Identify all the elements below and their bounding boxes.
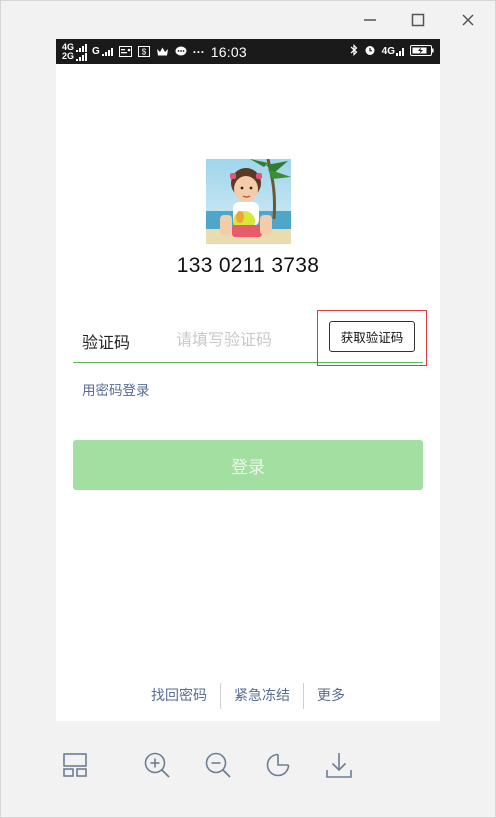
maximize-button[interactable] xyxy=(407,9,429,31)
close-button[interactable] xyxy=(457,9,479,31)
phone-screenshot: 4G 2G G $ ··· 16:03 4G 133 0211 3738 验证码… xyxy=(56,39,440,721)
bluetooth-icon xyxy=(350,43,358,61)
signal-bars-icon xyxy=(101,47,113,56)
rotate-button[interactable] xyxy=(260,747,296,783)
chat-bubble-icon xyxy=(175,46,187,57)
viewer-toolbar xyxy=(1,741,496,793)
network-right: 4G xyxy=(382,46,404,57)
layout-button[interactable] xyxy=(57,747,93,783)
svg-text:$: $ xyxy=(142,48,147,57)
password-login-link[interactable]: 用密码登录 xyxy=(82,379,150,399)
dual-sim-signal: 4G 2G xyxy=(62,42,88,61)
minimize-icon xyxy=(364,19,376,21)
network-3: G xyxy=(92,46,113,57)
download-button[interactable] xyxy=(321,747,357,783)
network-label-3: G xyxy=(92,46,100,57)
zoom-out-icon xyxy=(205,752,231,778)
signal-bars-icon xyxy=(76,52,88,61)
zoom-in-button[interactable] xyxy=(139,747,175,783)
download-icon xyxy=(326,753,352,778)
status-time: 16:03 xyxy=(210,43,247,60)
rotate-icon xyxy=(266,753,290,777)
more-notifications: ··· xyxy=(192,44,205,59)
maximize-icon xyxy=(411,13,425,27)
verification-code-input[interactable] xyxy=(176,326,326,352)
status-bar: 4G 2G G $ ··· 16:03 4G xyxy=(56,39,440,64)
crown-icon xyxy=(156,46,169,57)
phone-number: 133 0211 3738 xyxy=(176,254,320,277)
layout-icon xyxy=(63,753,87,777)
zoom-in-icon xyxy=(144,752,170,778)
get-code-button[interactable]: 获取验证码 xyxy=(329,321,415,352)
login-button[interactable]: 登录 xyxy=(73,440,423,490)
dollar-box-icon: $ xyxy=(137,46,150,57)
viewer-window: 4G 2G G $ ··· 16:03 4G 133 0211 3738 验证码… xyxy=(0,0,496,818)
network-label-2: 2G xyxy=(62,50,75,61)
verification-code-row: 验证码 获取验证码 xyxy=(73,309,423,363)
footer-links: 找回密码 紧急冻结 更多 xyxy=(56,683,440,709)
code-label: 验证码 xyxy=(82,333,131,352)
alarm-icon xyxy=(364,43,376,61)
zoom-out-button[interactable] xyxy=(200,747,236,783)
close-icon xyxy=(462,14,474,26)
footer-link-recover-password[interactable]: 找回密码 xyxy=(138,683,220,709)
battery-icon xyxy=(410,43,434,61)
minimize-button[interactable] xyxy=(359,9,381,31)
network-label-right: 4G xyxy=(381,46,395,57)
footer-link-emergency-freeze[interactable]: 紧急冻结 xyxy=(221,683,303,709)
footer-link-more[interactable]: 更多 xyxy=(304,683,358,709)
signal-bars-icon xyxy=(76,43,88,52)
avatar xyxy=(206,159,291,244)
id-card-icon xyxy=(118,46,132,57)
input-underline xyxy=(73,362,423,363)
status-right: 4G xyxy=(350,43,434,61)
signal-bars-icon xyxy=(396,47,404,56)
